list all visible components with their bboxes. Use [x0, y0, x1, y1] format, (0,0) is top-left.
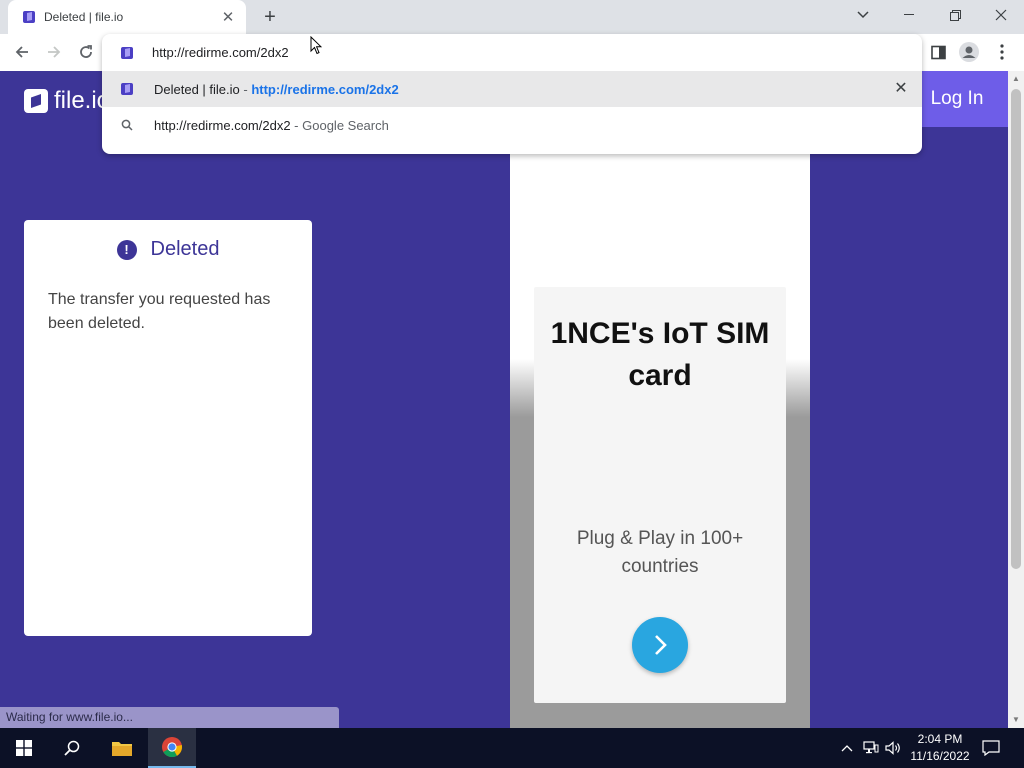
suggestion-separator: - — [290, 117, 303, 133]
fileio-logo[interactable]: file.io — [24, 87, 110, 115]
windows-logo-icon — [16, 740, 32, 756]
deleted-header: ! Deleted — [24, 238, 312, 261]
deleted-card: ! Deleted The transfer you requested has… — [24, 220, 312, 636]
clock-date: 11/16/2022 — [910, 749, 970, 763]
chrome-taskbar-button[interactable] — [148, 728, 196, 768]
ad-title: 1NCE's IoT SIM card — [550, 317, 770, 392]
address-input[interactable] — [152, 45, 752, 60]
ad-card[interactable]: 1NCE's IoT SIM card Plug & Play in 100+ … — [534, 287, 786, 703]
status-bubble: Waiting for www.file.io... — [0, 707, 339, 728]
tab-title: Deleted | file.io — [44, 10, 124, 24]
scroll-thumb[interactable] — [1011, 89, 1021, 569]
suggestion-query: http://redirme.com/2dx2 — [154, 117, 291, 133]
scroll-up-icon[interactable]: ▲ — [1012, 75, 1020, 83]
tab-close-icon[interactable]: ✕ — [220, 8, 236, 26]
deleted-message: The transfer you requested has been dele… — [48, 291, 271, 332]
mouse-cursor-icon — [310, 36, 322, 55]
search-icon — [120, 118, 134, 132]
clock-time: 2:04 PM — [917, 732, 963, 746]
ad-frame[interactable]: 1NCE's IoT SIM card Plug & Play in 100+ … — [510, 127, 810, 728]
suggestion-separator: - — [239, 81, 252, 97]
fileio-favicon-icon — [23, 11, 35, 23]
fileio-favicon-icon — [121, 46, 133, 59]
suggestion-url: http://redirme.com/2dx2 — [251, 81, 399, 97]
volume-icon[interactable] — [884, 740, 902, 756]
page-scrollbar[interactable]: ▲ ▼ — [1008, 71, 1024, 728]
network-icon[interactable] — [862, 740, 880, 756]
reload-button[interactable] — [72, 38, 100, 66]
suggestion-history[interactable]: Deleted | file.io - http://redirme.com/2… — [102, 71, 922, 107]
show-hidden-icons-chevron-icon[interactable] — [838, 740, 856, 756]
chrome-icon — [162, 737, 183, 758]
ad-subtitle: Plug & Play in 100+ countries — [576, 528, 744, 577]
suggestion-search[interactable]: http://redirme.com/2dx2 - Google Search — [102, 107, 922, 143]
arrow-left-icon — [15, 46, 28, 58]
scroll-down-icon[interactable]: ▼ — [1012, 716, 1020, 724]
fileio-logo-icon — [24, 89, 48, 113]
remove-suggestion-icon[interactable]: ✕ — [892, 80, 910, 98]
exclamation-icon: ! — [116, 239, 137, 260]
back-button[interactable] — [8, 38, 36, 66]
tab-search-icon[interactable] — [840, 0, 886, 30]
deleted-title: Deleted — [150, 238, 220, 260]
web-page: file.io Log In ! Deleted The transfer yo… — [0, 71, 1008, 728]
tab-strip: Deleted | file.io ✕ + — [0, 0, 1024, 34]
forward-button[interactable] — [40, 38, 68, 66]
browser-tab[interactable]: Deleted | file.io ✕ — [8, 0, 246, 34]
ad-next-button[interactable] — [632, 617, 688, 673]
fileio-favicon-icon — [120, 82, 134, 96]
suggestion-title: Deleted | file.io — [154, 81, 240, 97]
side-panel-icon — [930, 45, 946, 59]
chevron-right-icon — [655, 635, 667, 655]
notifications-icon[interactable] — [982, 740, 1000, 756]
taskbar-clock[interactable]: 2:04 PM 11/16/2022 — [906, 731, 974, 765]
start-button[interactable] — [0, 728, 48, 768]
new-tab-button[interactable]: + — [258, 6, 282, 28]
restore-button[interactable] — [932, 0, 978, 30]
reload-icon — [80, 45, 92, 58]
search-icon — [64, 740, 80, 756]
suggestion-engine: Google Search — [302, 117, 389, 133]
omnibox-dropdown: Deleted | file.io - http://redirme.com/2… — [102, 34, 922, 154]
windows-taskbar: 2:04 PM 11/16/2022 — [0, 728, 1024, 768]
minimize-button[interactable] — [886, 0, 932, 30]
menu-button[interactable] — [988, 38, 1016, 66]
taskbar-search-button[interactable] — [48, 728, 96, 768]
folder-icon — [112, 742, 132, 756]
profile-button[interactable] — [955, 38, 983, 66]
kebab-menu-icon — [1000, 44, 1004, 60]
side-panel-button[interactable] — [924, 38, 952, 66]
file-explorer-button[interactable] — [98, 728, 146, 768]
omnibox-row — [102, 34, 922, 71]
close-window-button[interactable] — [978, 0, 1024, 30]
avatar-icon — [959, 42, 979, 62]
arrow-right-icon — [48, 46, 61, 58]
